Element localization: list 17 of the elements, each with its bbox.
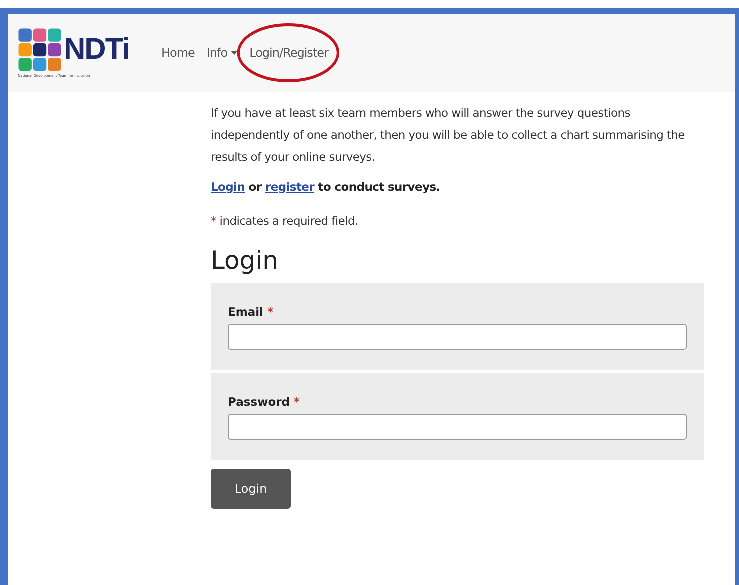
field-label: Password *: [228, 395, 302, 409]
input-field[interactable]: [228, 324, 687, 350]
nav-link[interactable]: Home: [161, 46, 195, 60]
login-button[interactable]: Login: [211, 469, 291, 509]
login-prompt: Login or register to conduct surveys.: [211, 180, 442, 194]
brand-name: NDTi: [64, 33, 130, 67]
nav-link[interactable]: Info: [206, 46, 238, 60]
caret-icon: [230, 51, 238, 55]
text-link[interactable]: Login: [211, 180, 246, 194]
logo-icon: [18, 28, 62, 72]
input-field[interactable]: [228, 414, 687, 440]
nav-link[interactable]: Login/Register: [250, 46, 328, 60]
field-label: Email *: [228, 305, 275, 319]
intro-paragraph: If you have at least six team members who will answer the survey questions independently of one another, then you will be able to collect a chart summarising the results of your online surveys.: [211, 105, 686, 166]
text-link[interactable]: register: [265, 180, 315, 194]
required-note: * indicates a required field.: [211, 213, 360, 230]
form-title: Login: [211, 246, 280, 275]
